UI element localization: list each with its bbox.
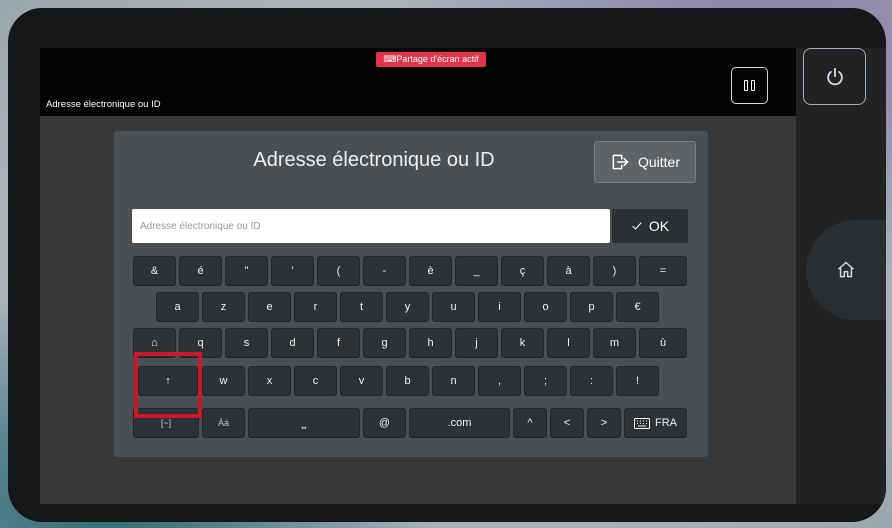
accents-key[interactable]: Áá <box>202 408 245 438</box>
ok-button[interactable]: OK <box>612 209 688 243</box>
key[interactable]: - <box>363 256 406 286</box>
ok-label: OK <box>648 218 670 234</box>
key[interactable]: é <box>179 256 222 286</box>
key[interactable]: v <box>340 366 383 396</box>
screen-share-badge: ⌨Partage d'écran actif <box>376 52 486 67</box>
key[interactable]: l <box>547 328 590 358</box>
cursor-left-key[interactable]: < <box>550 408 584 438</box>
shift-key[interactable]: ↑ <box>138 366 198 396</box>
key[interactable]: à <box>547 256 590 286</box>
power-icon <box>826 67 843 85</box>
keyboard-icon <box>634 417 650 429</box>
key[interactable]: ! <box>616 366 659 396</box>
key[interactable]: r <box>294 292 337 322</box>
key[interactable]: x <box>248 366 291 396</box>
space-key[interactable]: ⎵ <box>248 408 360 438</box>
key[interactable]: & <box>133 256 176 286</box>
key[interactable]: t <box>340 292 383 322</box>
cursor-right-key[interactable]: > <box>587 408 621 438</box>
page-title: Adresse électronique ou ID <box>46 99 161 110</box>
key[interactable]: n <box>432 366 475 396</box>
key[interactable]: d <box>271 328 314 358</box>
dialog-title: Adresse électronique ou ID <box>253 149 495 171</box>
key[interactable]: ; <box>524 366 567 396</box>
symbols-key[interactable]: [~] <box>133 408 199 438</box>
key[interactable]: s <box>225 328 268 358</box>
key[interactable]: è <box>409 256 452 286</box>
key[interactable]: p <box>570 292 613 322</box>
key[interactable]: a <box>156 292 199 322</box>
key[interactable]: u <box>432 292 475 322</box>
key[interactable]: ( <box>317 256 360 286</box>
key[interactable]: : <box>570 366 613 396</box>
email-id-input[interactable] <box>132 209 610 243</box>
key[interactable]: ' <box>271 256 314 286</box>
key[interactable]: h <box>409 328 452 358</box>
key[interactable]: € <box>616 292 659 322</box>
key[interactable]: ) <box>593 256 636 286</box>
key[interactable]: e <box>248 292 291 322</box>
language-key[interactable]: FRA <box>624 408 687 438</box>
quit-button[interactable]: Quitter <box>594 141 696 183</box>
caret-key[interactable]: ^ <box>513 408 547 438</box>
key[interactable]: g <box>363 328 406 358</box>
home-icon <box>838 261 854 278</box>
key[interactable]: i <box>478 292 521 322</box>
key[interactable]: ù <box>639 328 687 358</box>
power-button[interactable] <box>803 48 866 105</box>
language-label: FRA <box>655 417 677 429</box>
pause-icon <box>751 80 755 91</box>
key[interactable]: y <box>386 292 429 322</box>
key[interactable]: = <box>639 256 687 286</box>
key[interactable]: w <box>202 366 245 396</box>
key[interactable]: b <box>386 366 429 396</box>
pause-icon <box>744 80 748 91</box>
top-bar: ⌨Partage d'écran actif Adresse électroni… <box>40 48 796 116</box>
key[interactable]: ç <box>501 256 544 286</box>
quit-label: Quitter <box>637 154 680 170</box>
at-key[interactable]: @ <box>363 408 406 438</box>
exit-icon <box>612 154 629 170</box>
key[interactable]: m <box>593 328 636 358</box>
key[interactable]: c <box>294 366 337 396</box>
key[interactable]: , <box>478 366 521 396</box>
key[interactable]: z <box>202 292 245 322</box>
key[interactable]: j <box>455 328 498 358</box>
pause-button[interactable] <box>731 67 768 104</box>
key[interactable]: o <box>524 292 567 322</box>
key[interactable]: f <box>317 328 360 358</box>
input-row: OK <box>132 209 688 243</box>
key[interactable]: k <box>501 328 544 358</box>
dotcom-key[interactable]: .com <box>409 408 510 438</box>
check-icon <box>632 222 642 230</box>
key[interactable]: _ <box>455 256 498 286</box>
caps-lock-key[interactable]: ⌂ <box>133 328 176 358</box>
key[interactable]: " <box>225 256 268 286</box>
key[interactable]: q <box>179 328 222 358</box>
